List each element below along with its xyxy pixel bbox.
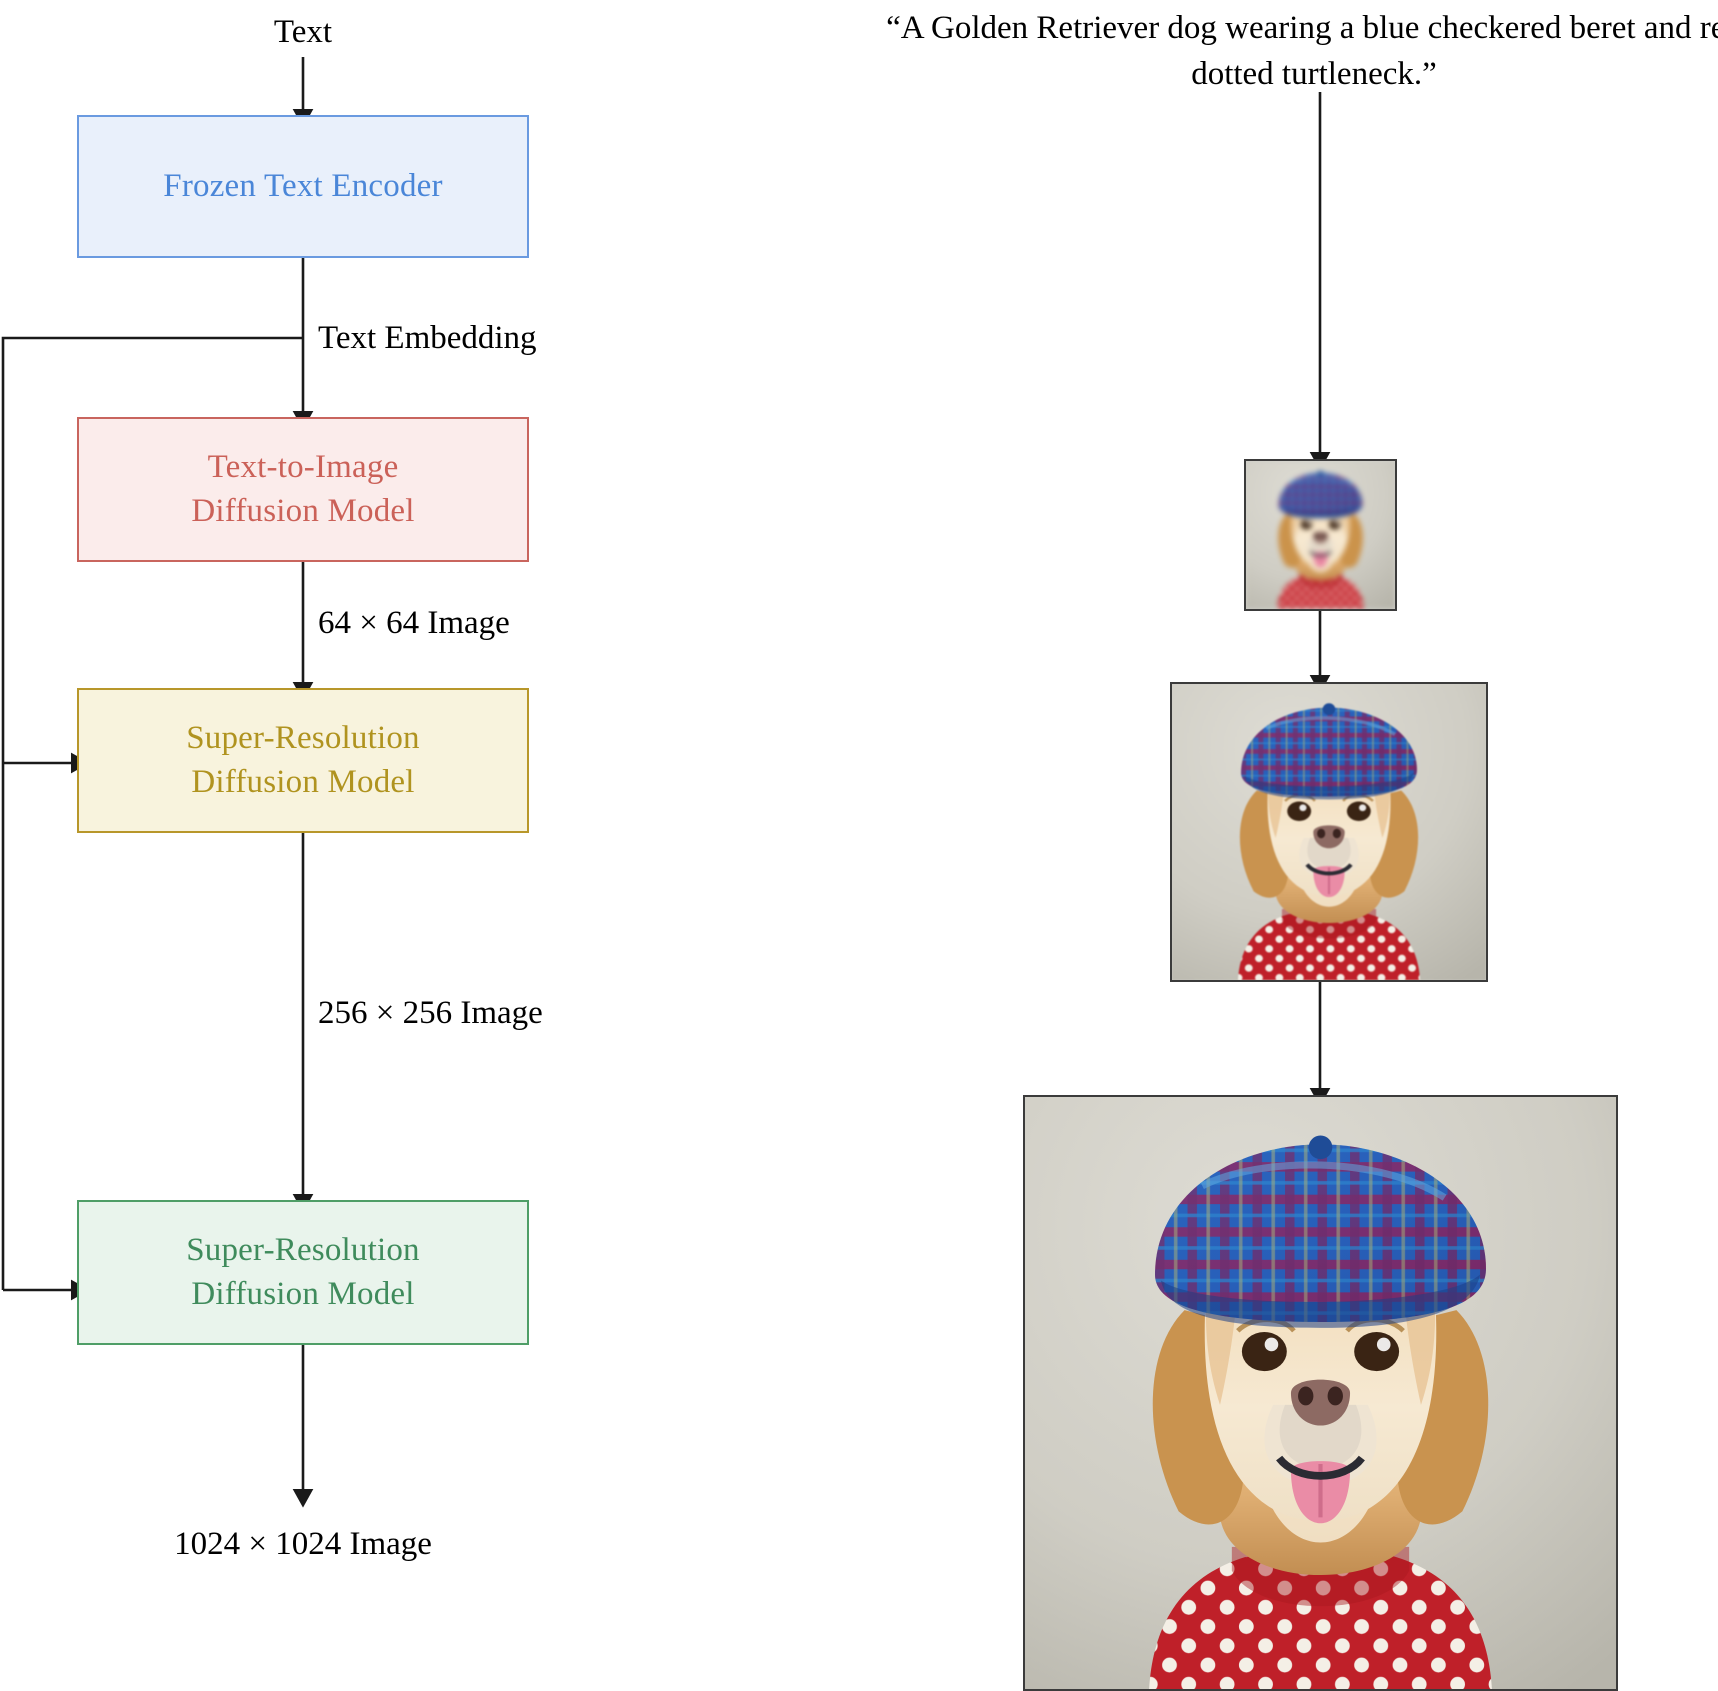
edge-label-image-64: 64 × 64 Image (318, 605, 510, 641)
box-frozen-text-encoder[interactable]: Frozen Text Encoder (77, 115, 529, 258)
dog-illustration-256 (1172, 684, 1486, 980)
box-text-to-image-diffusion-model[interactable]: Text-to-Image Diffusion Model (77, 417, 529, 562)
prompt-caption: “A Golden Retriever dog wearing a blue c… (886, 10, 1718, 92)
generated-image-1024 (1023, 1095, 1618, 1691)
box-super-resolution-diffusion-model-2[interactable]: Super-Resolution Diffusion Model (77, 1200, 529, 1345)
box-text-to-image-line1: Text-to-Image (207, 448, 399, 485)
dog-illustration-64 (1246, 461, 1395, 609)
box-super-resolution-diffusion-model-1[interactable]: Super-Resolution Diffusion Model (77, 688, 529, 833)
dog-illustration-1024 (1025, 1097, 1616, 1689)
edge-label-image-256: 256 × 256 Image (318, 995, 543, 1031)
edge-label-image-1024: 1024 × 1024 Image (174, 1526, 432, 1562)
box-sr2-line2: Diffusion Model (191, 1275, 415, 1312)
figure-canvas: Text Frozen Text Encoder Text Embedding … (0, 0, 1718, 1691)
box-sr1-line2: Diffusion Model (191, 763, 415, 800)
box-text-to-image-line2: Diffusion Model (191, 492, 415, 529)
input-text-label: Text (273, 14, 333, 50)
generated-image-64 (1244, 459, 1397, 611)
box-sr1-line1: Super-Resolution (186, 719, 420, 756)
box-sr2-line1: Super-Resolution (186, 1231, 420, 1268)
edge-label-text-embedding: Text Embedding (318, 320, 537, 356)
box-frozen-text-encoder-label: Frozen Text Encoder (163, 167, 443, 204)
generated-image-256 (1170, 682, 1488, 982)
